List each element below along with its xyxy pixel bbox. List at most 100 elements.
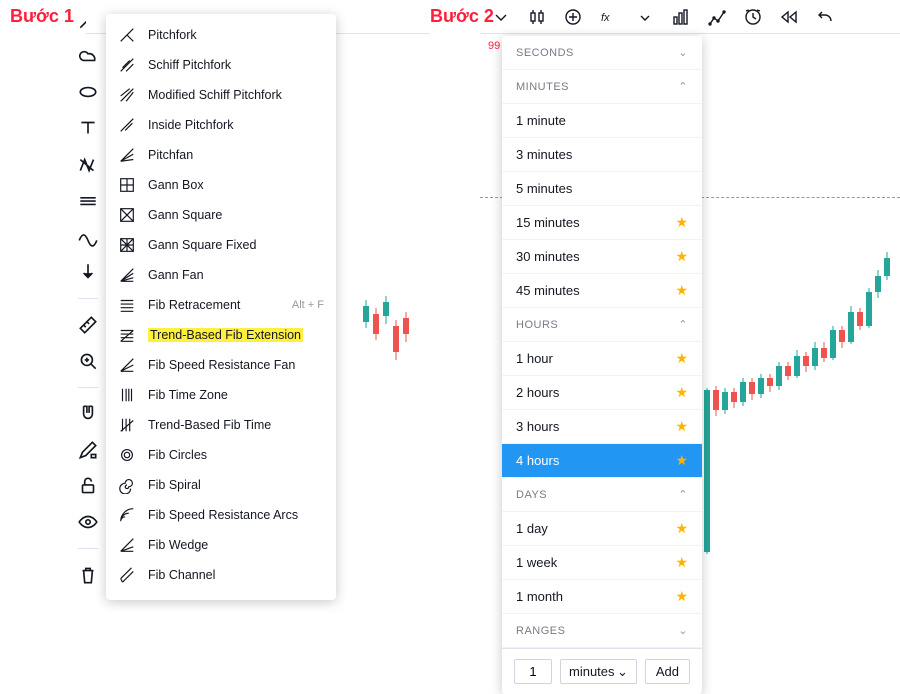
star-icon[interactable]: ★ [675,248,688,265]
interval-5-minutes[interactable]: 5 minutes★ [502,172,702,206]
wave-icon[interactable] [76,224,100,248]
panel-step-2: fx 99 SECONDS⌄MINUTES⌃1 minute★3 minutes… [480,0,900,600]
tool-gann-fan[interactable]: Gann Fan [106,260,336,290]
tool-label: Fib Speed Resistance Fan [148,358,295,372]
zoom-in-icon[interactable] [76,349,100,373]
financials-icon[interactable] [704,4,730,30]
tool-label: Pitchfan [148,148,193,162]
tool-fib-speed-resist-fan[interactable]: Fib Speed Resistance Fan [106,350,336,380]
tool-fib-wedge[interactable]: Fib Wedge [106,530,336,560]
tool-shortcut: Alt + F [284,299,324,311]
tool-fib-retracement[interactable]: Fib RetracementAlt + F [106,290,336,320]
tool-fib-channel[interactable]: Fib Channel [106,560,336,590]
fib-time-zone-icon [118,386,136,404]
interval-section-ranges[interactable]: RANGES⌄ [502,614,702,648]
chevron-down-icon: ⌄ [678,46,688,59]
interval-section-hours[interactable]: HOURS⌃ [502,308,702,342]
cloud-icon[interactable] [76,44,100,68]
drawing-tool-sidebar [70,0,106,587]
pitchfan-icon [118,146,136,164]
tool-mod-schiff-pitchfork[interactable]: Modified Schiff Pitchfork [106,80,336,110]
candlestick-chart[interactable] [670,180,900,600]
trash-icon[interactable] [76,563,100,587]
xabcd-icon[interactable] [76,152,100,176]
ruler-icon[interactable] [76,313,100,337]
interval-1-week[interactable]: 1 week★ [502,546,702,580]
rewind-icon[interactable] [776,4,802,30]
interval-1-day[interactable]: 1 day★ [502,512,702,546]
chevron-down-icon: ⌄ [617,664,628,680]
alert-icon[interactable] [740,4,766,30]
pencil-lock-icon[interactable] [76,438,100,462]
star-icon[interactable]: ★ [675,418,688,435]
interval-2-hours[interactable]: 2 hours★ [502,376,702,410]
tool-trend-fib-time[interactable]: Trend-Based Fib Time [106,410,336,440]
tool-trend-fib-ext[interactable]: Trend-Based Fib Extension [106,320,336,350]
fx-icon[interactable]: fx [596,4,622,30]
ellipse-icon[interactable] [76,80,100,104]
interval-4-hours[interactable]: 4 hours★ [502,444,702,478]
custom-interval-unit[interactable]: minutes⌄ [560,659,637,684]
interval-3-hours[interactable]: 3 hours ★ [502,410,702,444]
fib-channel-icon [118,566,136,584]
tool-fib-spiral[interactable]: Fib Spiral [106,470,336,500]
eye-icon[interactable] [76,510,100,534]
tool-inside-pitchfork[interactable]: Inside Pitchfork [106,110,336,140]
tool-fib-speed-resist-arcs[interactable]: Fib Speed Resistance Arcs [106,500,336,530]
star-icon[interactable]: ★ [675,554,688,571]
tool-gann-square[interactable]: Gann Square [106,200,336,230]
star-icon[interactable]: ★ [675,350,688,367]
star-icon[interactable]: ★ [675,214,688,231]
interval-30-minutes[interactable]: 30 minutes★ [502,240,702,274]
tool-pitchfan[interactable]: Pitchfan [106,140,336,170]
long-position-icon[interactable] [76,188,100,212]
interval-label: 1 hour [516,351,553,366]
indicators-icon[interactable] [668,4,694,30]
tool-fib-time-zone[interactable]: Fib Time Zone [106,380,336,410]
interval-section-minutes[interactable]: MINUTES⌃ [502,70,702,104]
tool-gann-square-fixed[interactable]: Gann Square Fixed [106,230,336,260]
tool-fib-circles[interactable]: Fib Circles [106,440,336,470]
undo-icon[interactable] [812,4,838,30]
interval-dropdown: SECONDS⌄MINUTES⌃1 minute★3 minutes★5 min… [502,36,702,694]
candles-icon[interactable] [524,4,550,30]
interval-section-seconds[interactable]: SECONDS⌄ [502,36,702,70]
text-icon[interactable] [76,116,100,140]
gann-square-fixed-icon [118,236,136,254]
interval-label: 1 month [516,589,563,604]
step-2-label: Bước 2 [430,6,494,27]
tool-label: Fib Circles [148,448,207,462]
interval-1-month[interactable]: 1 month ★ [502,580,702,614]
tool-label: Fib Wedge [148,538,208,552]
mod-schiff-pitchfork-icon [118,86,136,104]
tool-label: Gann Square Fixed [148,238,256,252]
custom-interval-input[interactable] [514,659,552,684]
arrow-down-icon[interactable] [76,260,100,284]
magnet-icon[interactable] [76,402,100,426]
compare-icon[interactable] [560,4,586,30]
interval-label: 3 minutes [516,147,572,162]
star-icon[interactable]: ★ [675,452,688,469]
star-icon[interactable]: ★ [675,384,688,401]
interval-label: 3 hours [516,419,559,434]
fib-retracement-icon [118,296,136,314]
custom-interval-row: minutes⌄ Add [502,648,702,694]
tool-label: Inside Pitchfork [148,118,233,132]
tool-pitchfork[interactable]: Pitchfork [106,20,336,50]
tool-gann-box[interactable]: Gann Box [106,170,336,200]
star-icon[interactable]: ★ [675,282,688,299]
panel-step-1: PitchforkSchiff PitchforkModified Schiff… [70,0,430,600]
interval-15-minutes[interactable]: 15 minutes★ [502,206,702,240]
interval-3-minutes[interactable]: 3 minutes★ [502,138,702,172]
chevron-up-icon: ⌃ [678,488,688,501]
interval-section-days[interactable]: DAYS⌃ [502,478,702,512]
interval-1-hour[interactable]: 1 hour ★ [502,342,702,376]
unlock-icon[interactable] [76,474,100,498]
interval-1-minute[interactable]: 1 minute★ [502,104,702,138]
tool-schiff-pitchfork[interactable]: Schiff Pitchfork [106,50,336,80]
chevron-down-small-icon[interactable] [632,4,658,30]
interval-45-minutes[interactable]: 45 minutes★ [502,274,702,308]
star-icon[interactable]: ★ [675,588,688,605]
add-interval-button[interactable]: Add [645,659,690,684]
star-icon[interactable]: ★ [675,520,688,537]
